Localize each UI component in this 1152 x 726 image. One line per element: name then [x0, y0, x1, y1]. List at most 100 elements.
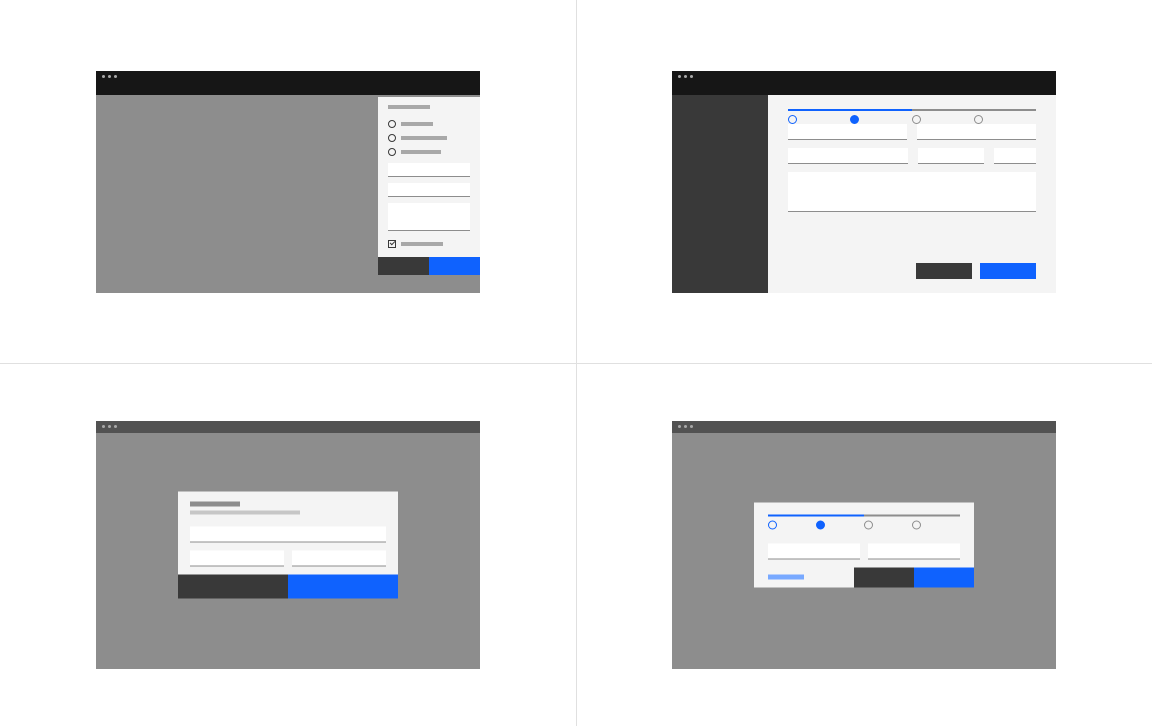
radio-label: [401, 150, 441, 154]
radio-label: [401, 122, 433, 126]
modal-actions: [178, 574, 398, 598]
radio-option[interactable]: [388, 117, 480, 131]
textarea-input[interactable]: [388, 203, 470, 231]
modal-footer: [754, 567, 974, 587]
window-control-icon: [678, 75, 681, 78]
text-input[interactable]: [768, 543, 860, 559]
window-titlebar: [672, 71, 1056, 83]
step-circle-icon: [864, 520, 873, 529]
quadrant-progress-wizard: [576, 0, 1152, 363]
secondary-button[interactable]: [916, 263, 972, 279]
step-circle-icon: [788, 115, 797, 124]
checkbox-option[interactable]: [378, 237, 480, 251]
radio-option[interactable]: [388, 131, 480, 145]
toolbar: [672, 83, 1056, 95]
window: [96, 71, 480, 293]
step-current[interactable]: [816, 520, 864, 529]
primary-button[interactable]: [980, 263, 1036, 279]
tertiary-link[interactable]: [768, 575, 804, 580]
text-input[interactable]: [918, 148, 984, 164]
diagram-grid: [0, 0, 1152, 726]
text-input[interactable]: [190, 550, 284, 566]
text-input[interactable]: [388, 183, 470, 197]
wizard-actions: [916, 263, 1036, 279]
secondary-button[interactable]: [378, 257, 429, 275]
text-input[interactable]: [868, 543, 960, 559]
step-current[interactable]: [850, 115, 912, 124]
secondary-button[interactable]: [854, 567, 914, 587]
modal-subtitle: [190, 510, 300, 514]
quadrant-side-panel-form: [0, 0, 576, 363]
radio-option[interactable]: [388, 145, 480, 159]
step-circle-icon: [912, 115, 921, 124]
quadrant-stepped-modal: [576, 363, 1152, 726]
step-circle-icon: [974, 115, 983, 124]
step-circle-icon: [816, 520, 825, 529]
modal-title: [190, 501, 240, 506]
step-upcoming[interactable]: [912, 115, 974, 124]
form-row: [788, 148, 1036, 164]
window: [96, 421, 480, 669]
left-nav: [672, 95, 768, 293]
window-titlebar: [96, 421, 480, 433]
step-upcoming[interactable]: [912, 520, 960, 529]
side-panel: [378, 97, 480, 275]
toolbar: [96, 83, 480, 95]
step-row: [788, 115, 1036, 124]
step-done[interactable]: [788, 115, 850, 124]
radio-icon: [388, 134, 396, 142]
step-circle-icon: [768, 520, 777, 529]
step-circle-icon: [912, 520, 921, 529]
checkbox-label: [401, 242, 443, 246]
progress-fill: [788, 109, 912, 111]
text-input[interactable]: [788, 148, 908, 164]
form-row: [788, 124, 1036, 140]
progress-indicator: [768, 514, 960, 516]
form-row: [190, 526, 386, 542]
panel-title: [388, 105, 430, 109]
text-input[interactable]: [388, 163, 470, 177]
window-control-icon: [108, 75, 111, 78]
text-input[interactable]: [917, 124, 1036, 140]
step-row: [768, 520, 960, 529]
window-control-icon: [690, 75, 693, 78]
window: [672, 421, 1056, 669]
window-titlebar: [672, 421, 1056, 433]
window-control-icon: [114, 75, 117, 78]
panel-actions: [378, 257, 480, 275]
form-row: [768, 543, 960, 559]
text-input[interactable]: [190, 526, 386, 542]
window: [672, 71, 1056, 293]
window-control-icon: [102, 425, 105, 428]
window-control-icon: [690, 425, 693, 428]
window-control-icon: [102, 75, 105, 78]
step-circle-icon: [850, 115, 859, 124]
text-input[interactable]: [788, 124, 907, 140]
stepped-modal-dialog: [754, 502, 974, 587]
window-control-icon: [678, 425, 681, 428]
radio-group: [378, 117, 480, 163]
primary-button[interactable]: [914, 567, 974, 587]
text-input[interactable]: [994, 148, 1036, 164]
radio-label: [401, 136, 447, 140]
progress-indicator: [788, 109, 1036, 111]
checkbox-icon: [388, 240, 396, 248]
wizard-panel: [768, 95, 1056, 293]
progress-fill: [768, 514, 864, 516]
window-control-icon: [684, 425, 687, 428]
primary-button[interactable]: [429, 257, 480, 275]
window-control-icon: [684, 75, 687, 78]
modal-actions: [854, 567, 974, 587]
step-done[interactable]: [768, 520, 816, 529]
text-input[interactable]: [292, 550, 386, 566]
textarea-input[interactable]: [788, 172, 1036, 212]
window-titlebar: [96, 71, 480, 83]
primary-button[interactable]: [288, 574, 398, 598]
modal-dialog: [178, 491, 398, 598]
secondary-button[interactable]: [178, 574, 288, 598]
radio-icon: [388, 148, 396, 156]
form-row: [190, 550, 386, 566]
window-control-icon: [108, 425, 111, 428]
step-upcoming[interactable]: [974, 115, 1036, 124]
step-upcoming[interactable]: [864, 520, 912, 529]
